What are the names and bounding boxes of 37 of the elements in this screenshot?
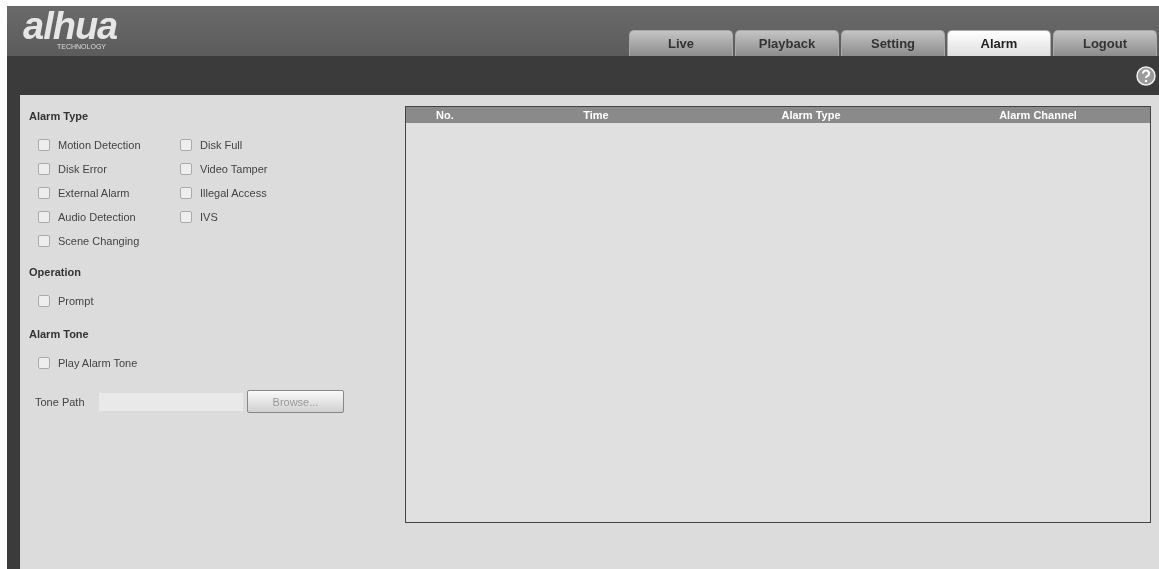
section-title: Alarm Tone [29,328,90,340]
checkbox-label: Video Tamper [200,163,268,175]
nav-tab[interactable]: Playback [735,30,839,56]
column-header: Alarm Channel [998,109,1078,121]
checkbox-label: Audio Detection [58,211,136,223]
checkbox[interactable] [38,295,50,307]
checkbox[interactable] [180,163,192,175]
help-icon[interactable] [1136,65,1156,86]
checkbox-label: Illegal Access [200,187,267,199]
checkbox[interactable] [38,139,50,151]
checkbox[interactable] [38,357,50,369]
nav-tab[interactable]: Setting [841,30,945,56]
column-header: Time [582,109,610,121]
logo-wordmark: alhua [23,8,118,43]
column-header: Alarm Type [780,109,842,121]
column-header: No. [435,109,455,121]
checkbox[interactable] [180,211,192,223]
nav-tab[interactable]: Logout [1053,30,1157,56]
checkbox[interactable] [38,211,50,223]
checkbox-label: Play Alarm Tone [58,357,138,369]
checkbox[interactable] [38,187,50,199]
checkbox[interactable] [180,187,192,199]
checkbox-label: Disk Error [58,163,107,175]
section-title: Operation [29,266,82,278]
checkbox[interactable] [38,235,50,247]
checkbox-label: Motion Detection [58,139,141,151]
nav-tab[interactable]: Alarm [947,30,1051,56]
checkbox-label: IVS [200,211,218,223]
checkbox-label: External Alarm [58,187,130,199]
nav-tab[interactable]: Live [629,30,733,56]
checkbox[interactable] [180,139,192,151]
checkbox[interactable] [38,163,50,175]
checkbox-label: Disk Full [200,139,243,151]
checkbox-label: Prompt [58,295,94,307]
field-label: Tone Path [35,395,86,408]
section-title: Alarm Type [29,110,90,122]
checkbox-label: Scene Changing [58,235,140,247]
